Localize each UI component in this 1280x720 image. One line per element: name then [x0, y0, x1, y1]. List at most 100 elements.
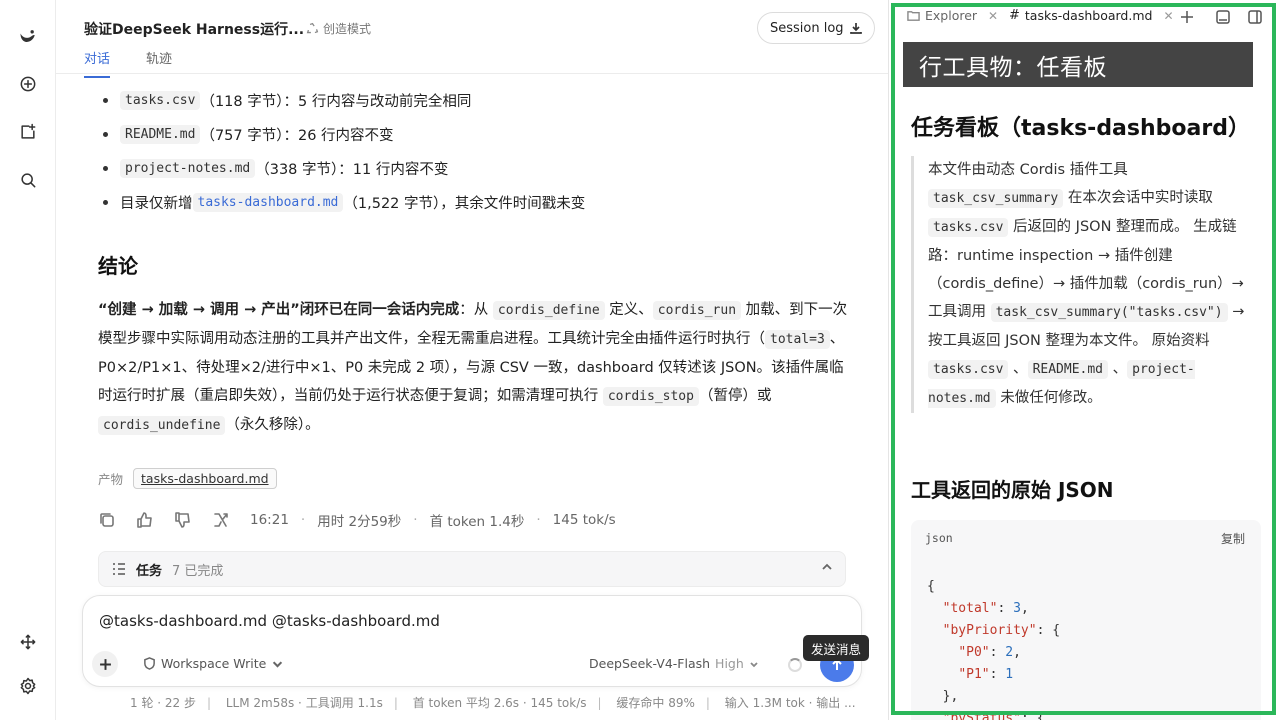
move-icon[interactable]	[14, 628, 42, 656]
quote-text: 本文件由动态 Cordis 插件工具	[928, 162, 1128, 178]
status-cache-hit: 缓存命中 89%	[616, 696, 695, 710]
list-item: tasks.csv （118 字节）：5 行内容与改动前完全相同	[98, 90, 471, 111]
markdown-blockquote: 本文件由动态 Cordis 插件工具 task_csv_summary 在本次会…	[911, 156, 1261, 413]
conclusion-paragraph: “创建 → 加载 → 调用 → 产出”闭环已在同一会话内完成：从 cordis_…	[98, 296, 848, 440]
message-speed: 145 tok/s	[552, 512, 616, 528]
folder-icon	[907, 11, 920, 21]
close-icon[interactable]: ✕	[988, 9, 998, 23]
code-line: "byPriority": {	[927, 620, 1060, 642]
message-time: 16:21	[250, 512, 289, 528]
thumbs-down-icon[interactable]	[174, 511, 192, 529]
mode-indicator: 创造模式	[306, 20, 371, 37]
workspace-permission-select[interactable]: Workspace Write	[143, 656, 284, 671]
artifacts-label: 产物	[98, 472, 124, 487]
recycle-icon	[306, 22, 319, 34]
model-name: DeepSeek-V4-Flash	[589, 656, 711, 671]
json-key: "byStatus"	[942, 711, 1021, 720]
send-tooltip: 发送消息	[803, 635, 870, 661]
code-line: "P0": 2,	[927, 642, 1060, 664]
add-attachment-button[interactable]	[92, 651, 118, 677]
explorer-tab-label: Explorer	[925, 8, 978, 23]
json-number: 1	[1005, 667, 1014, 682]
json-punct: ,	[1013, 645, 1021, 660]
message-duration: 用时 2分59秒	[317, 514, 402, 530]
workspace-permission-label: Workspace Write	[161, 656, 267, 671]
close-icon[interactable]: ✕	[1163, 9, 1173, 23]
model-effort: High	[715, 656, 744, 671]
panel-tab-bar: Explorer ✕ # tasks-dashboard.md ✕	[889, 0, 1280, 34]
status-llm-time: LLM 2m58s · 工具调用 1.1s	[225, 696, 383, 710]
list-item: README.md （757 字节）：26 行内容不变	[98, 124, 394, 145]
markdown-h2: 工具返回的原始 JSON	[911, 478, 1114, 502]
status-bar: 1 轮 · 22 步 | LLM 2m58s · 工具调用 1.1s | 首 tok…	[130, 696, 856, 710]
new-tab-icon[interactable]	[1179, 9, 1195, 25]
code-line: "total": 3,	[927, 598, 1060, 620]
list-item-prefix: 目录仅新增	[120, 196, 193, 212]
shield-icon	[144, 657, 155, 670]
para-text: 定义、	[604, 302, 653, 318]
artifact-file-chip[interactable]: tasks-dashboard.md	[133, 468, 277, 489]
plus-icon	[99, 658, 111, 670]
inline-code: tasks.csv	[120, 91, 201, 110]
logo-icon[interactable]	[14, 22, 42, 50]
artifacts-row: 产物 tasks-dashboard.md	[98, 468, 277, 489]
message-composer[interactable]: @tasks-dashboard.md @tasks-dashboard.md …	[82, 595, 862, 687]
json-punct: {	[1036, 711, 1045, 720]
hash-icon: #	[1009, 8, 1020, 23]
tab-trajectory[interactable]: 轨迹	[146, 48, 172, 67]
copy-code-button[interactable]: 复制	[1221, 530, 1245, 547]
inline-code: cordis_undefine	[98, 416, 226, 435]
copy-icon[interactable]	[98, 511, 116, 529]
inline-code: cordis_run	[652, 301, 742, 320]
list-item-text: （1,522 字节），其余文件时间戳未变	[343, 196, 586, 212]
code-line: },	[927, 686, 1060, 708]
tab-file[interactable]: # tasks-dashboard.md ✕	[1009, 8, 1174, 23]
code-language-label: json	[925, 531, 953, 545]
json-separator: :	[1020, 711, 1037, 720]
status-turns: 1 轮 · 22 步	[130, 696, 196, 710]
status-token-speed: 首 token 平均 2.6s · 145 tok/s	[412, 696, 587, 710]
chat-header: 验证DeepSeek Harness运行... 创造模式 Session log…	[56, 0, 888, 78]
left-rail	[0, 0, 56, 720]
minimize-panel-icon[interactable]	[1215, 9, 1231, 25]
tab-conversation[interactable]: 对话	[84, 48, 111, 78]
settings-icon[interactable]	[14, 672, 42, 700]
branch-icon[interactable]	[212, 511, 230, 529]
json-separator: :	[989, 667, 1006, 682]
chevron-down-icon	[273, 661, 283, 668]
file-tab-label: tasks-dashboard.md	[1024, 8, 1153, 23]
json-key: "P0"	[958, 645, 990, 660]
json-punct: {	[1052, 623, 1061, 638]
toggle-sidebar-icon[interactable]	[1247, 9, 1263, 25]
code-token: {	[927, 579, 935, 594]
list-item-text: （757 字节）：26 行内容不变	[200, 128, 394, 144]
json-punct: ,	[1020, 601, 1029, 616]
file-link[interactable]: tasks-dashboard.md	[192, 193, 344, 212]
inline-code: total=3	[765, 330, 830, 349]
tab-explorer[interactable]: Explorer ✕	[907, 8, 998, 23]
para-text: （永久移除）。	[225, 417, 320, 433]
model-select[interactable]: DeepSeek-V4-Flash High	[589, 656, 759, 671]
chevron-up-icon[interactable]	[821, 561, 833, 577]
session-log-label: Session log	[770, 20, 844, 36]
download-icon	[849, 23, 862, 34]
markdown-h1: 任务看板（tasks-dashboard）	[911, 116, 1250, 141]
session-log-button[interactable]: Session log	[757, 12, 875, 44]
json-separator: :	[989, 645, 1006, 660]
inline-code: README.md	[1027, 360, 1109, 379]
new-folder-icon[interactable]	[14, 118, 42, 146]
file-preview-panel: Explorer ✕ # tasks-dashboard.md ✕ 预览 编辑 …	[888, 0, 1280, 720]
thumbs-up-icon[interactable]	[136, 511, 154, 529]
new-chat-icon[interactable]	[14, 70, 42, 98]
quote-text: 、	[1008, 361, 1028, 377]
composer-input[interactable]: @tasks-dashboard.md @tasks-dashboard.md	[99, 612, 440, 630]
json-number: 2	[1005, 645, 1014, 660]
para-text: （暂停）或	[698, 388, 772, 404]
json-key: "byPriority"	[942, 623, 1037, 638]
task-count: 7 已完成	[172, 563, 224, 579]
search-icon[interactable]	[14, 166, 42, 194]
task-summary-bar[interactable]: 任务 7 已完成	[98, 551, 846, 587]
conversation-title[interactable]: 验证DeepSeek Harness运行...	[84, 19, 304, 39]
chat-main: 验证DeepSeek Harness运行... 创造模式 Session log…	[56, 0, 888, 720]
message-first-token: 首 token 1.4秒	[429, 514, 525, 530]
